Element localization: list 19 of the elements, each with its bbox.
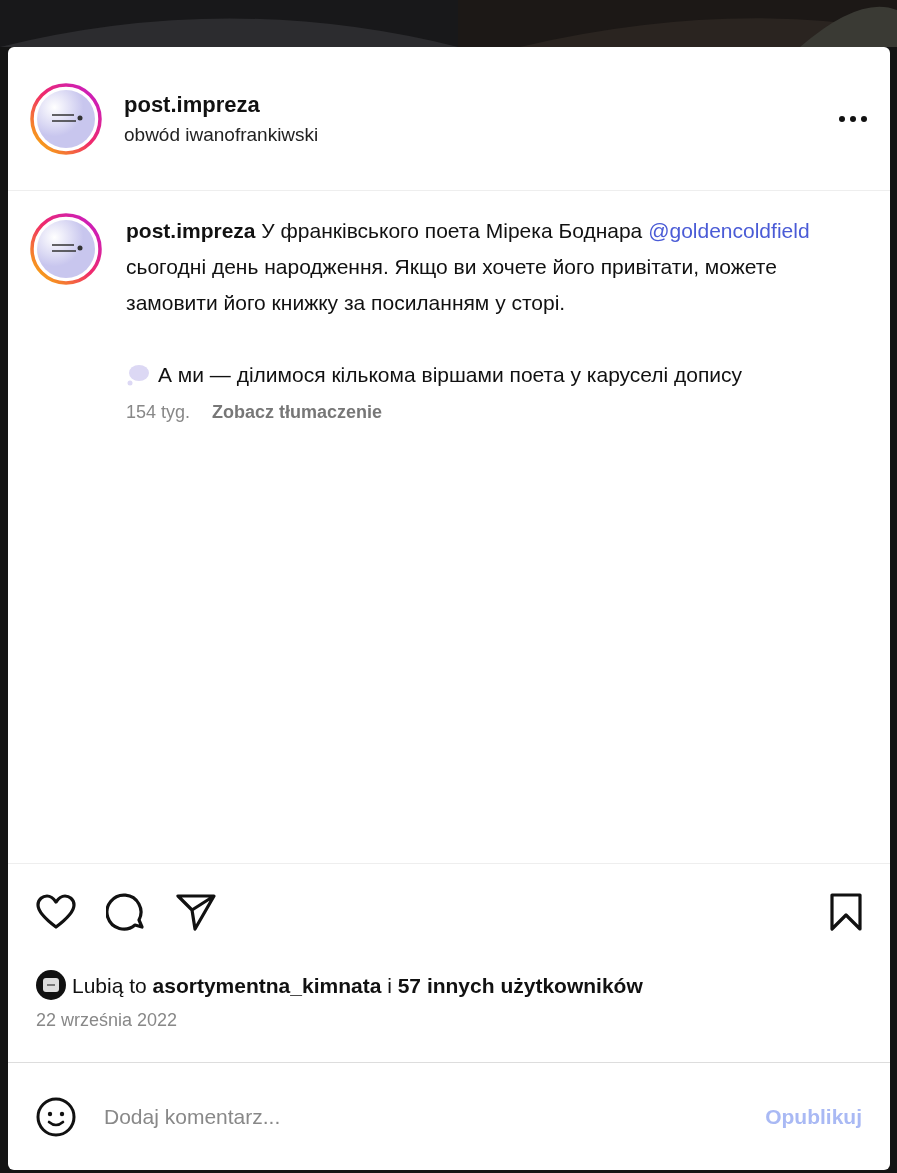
avatar[interactable] [30, 82, 102, 155]
post-age: 154 tyg. [126, 401, 191, 424]
like-button[interactable] [36, 893, 76, 930]
post-date: 22 września 2022 [36, 1010, 178, 1030]
mention-link[interactable]: @goldencoldfield [648, 219, 810, 242]
share-button[interactable] [176, 892, 216, 931]
emoji-icon[interactable] [36, 1096, 76, 1137]
location-link[interactable]: obwód iwanofrankiwski [124, 120, 816, 150]
comment-button[interactable] [106, 891, 146, 932]
likes-text: Lubią to asortymentna_kimnata i 57 innych użytkowników [72, 972, 643, 999]
caption-text: А ми — ділимося кількома віршами поета у каруселі допису [158, 362, 743, 388]
username[interactable]: post.impreza [124, 87, 816, 121]
avatar[interactable] [36, 970, 66, 1001]
avatar[interactable] [30, 213, 102, 285]
translate-link[interactable]: Zobacz tłumaczenie [212, 399, 383, 426]
save-button[interactable] [830, 892, 862, 931]
thought-bubble-icon [126, 364, 150, 386]
more-options-icon[interactable] [838, 114, 868, 123]
caption-text: post.impreza У франківського поета Мірека Боднара @goldencoldfield сьогодні день народження. Якщо ви хочете його привітати, можете замовити його книжку за посиланням у сторі. [126, 218, 811, 316]
